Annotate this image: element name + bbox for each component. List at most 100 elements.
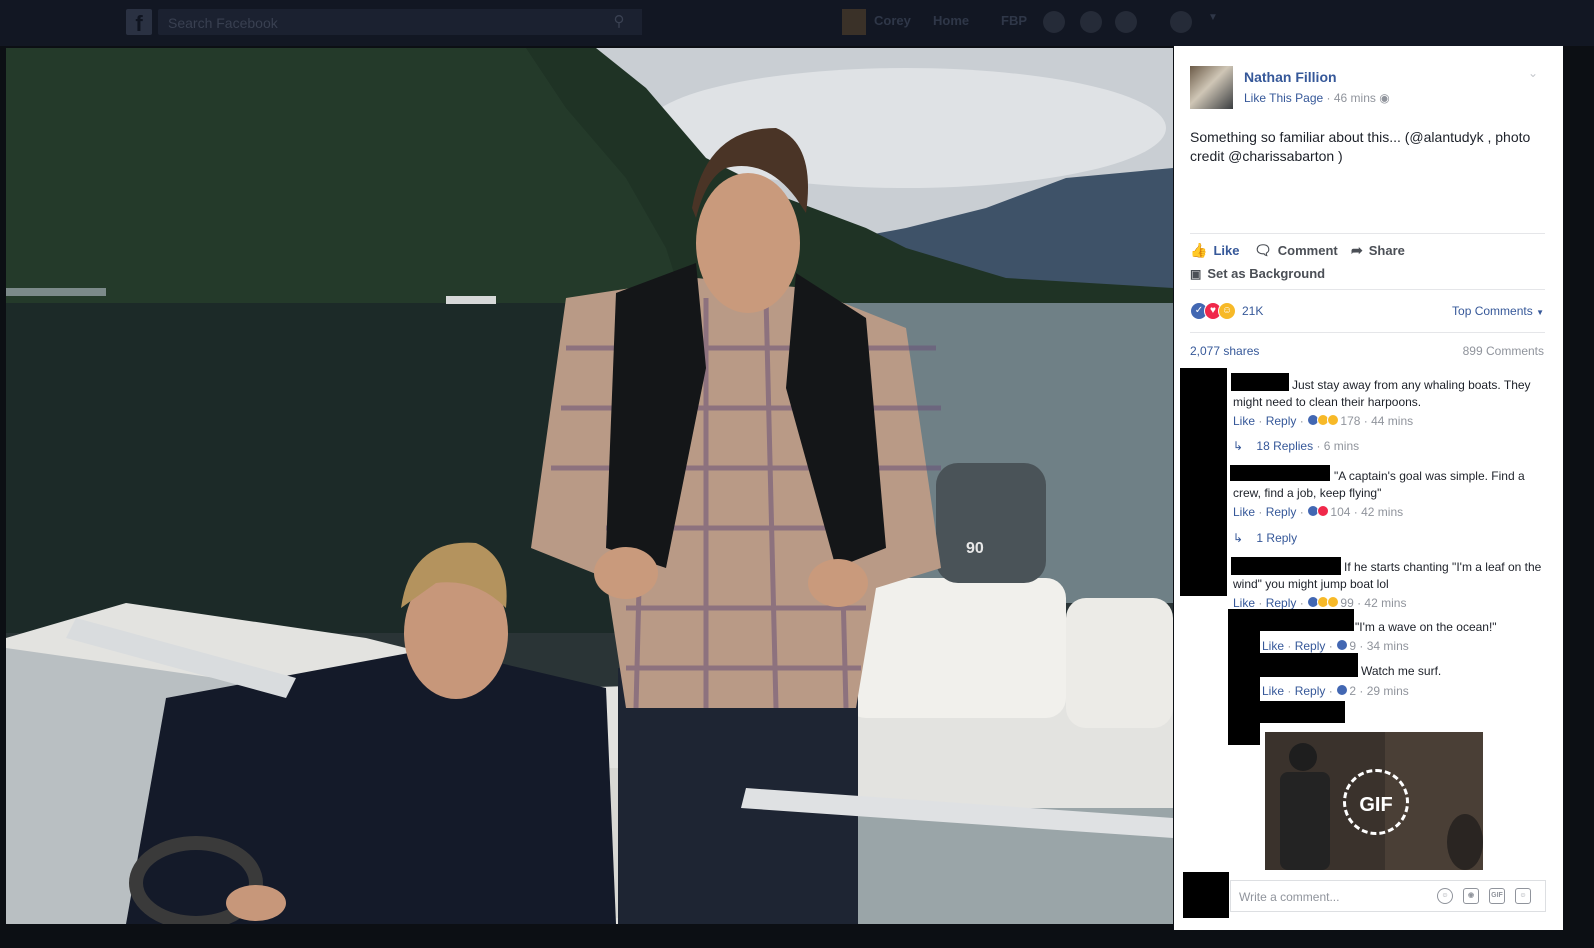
svg-text:90: 90 xyxy=(966,540,984,557)
emoji-icon[interactable]: ☺ xyxy=(1437,888,1453,904)
page-margin xyxy=(1563,46,1594,930)
comment-reactions[interactable]: 104 xyxy=(1307,505,1350,519)
nav-home-link[interactable]: Home xyxy=(933,13,969,28)
reply-reaction-count: 2 xyxy=(1349,684,1357,698)
divider xyxy=(1190,289,1545,290)
post-options-chevron-icon[interactable]: ⌄ xyxy=(1528,66,1538,80)
reply-arrow-icon: ↳ xyxy=(1233,439,1244,453)
divider xyxy=(1190,332,1545,333)
page-name-link[interactable]: Nathan Fillion xyxy=(1244,69,1337,85)
top-comments-label: Top Comments xyxy=(1452,304,1533,318)
top-bar: f ⚲ Corey Home FBP ▼ xyxy=(0,0,1594,46)
meta-separator: · xyxy=(1326,91,1334,105)
reply-reply-link[interactable]: Reply xyxy=(1295,684,1326,698)
image-icon: ▣ xyxy=(1190,266,1202,281)
comment-reaction-count: 99 xyxy=(1340,596,1354,610)
facebook-logo-icon[interactable]: f xyxy=(126,9,152,36)
comments-count-link[interactable]: 899 Comments xyxy=(1463,344,1544,358)
share-button[interactable]: ➦ Share xyxy=(1351,242,1405,259)
chevron-down-icon[interactable]: ▼ xyxy=(1208,12,1218,23)
like-button[interactable]: 👍 Like xyxy=(1190,242,1239,259)
reply-like-link[interactable]: Like xyxy=(1262,684,1284,698)
replies-time: 6 mins xyxy=(1323,439,1360,453)
redacted-avatar xyxy=(1228,609,1260,745)
comment-label: Comment xyxy=(1277,243,1338,258)
sticker-icon[interactable]: ☺ xyxy=(1515,888,1531,904)
reply-reaction-count: 9 xyxy=(1349,639,1357,653)
comment-reactions[interactable]: 99 xyxy=(1307,596,1354,610)
comment-icon: 🗨 xyxy=(1254,242,1272,258)
comment-like-link[interactable]: Like xyxy=(1233,596,1255,610)
comment-time[interactable]: 42 mins xyxy=(1361,505,1403,519)
reply-like-link[interactable]: Like xyxy=(1262,639,1284,653)
comment-like-link[interactable]: Like xyxy=(1233,505,1255,519)
shares-link[interactable]: 2,077 shares xyxy=(1190,344,1259,358)
comment-like-link[interactable]: Like xyxy=(1233,414,1255,428)
comment-composer: ☺ ◉ GIF ☺ xyxy=(1230,880,1546,913)
gif-icon[interactable]: GIF xyxy=(1489,888,1505,904)
page-avatar[interactable] xyxy=(1190,66,1233,109)
view-replies-link[interactable]: ↳ 1 Reply xyxy=(1233,531,1297,545)
commenter-avatar xyxy=(1183,872,1229,918)
comment-text: "A captain's goal was simple. Find a cre… xyxy=(1233,469,1525,500)
comment-reply-link[interactable]: Reply xyxy=(1266,414,1297,428)
share-label: Share xyxy=(1368,243,1405,258)
profile-avatar[interactable] xyxy=(842,9,866,35)
gif-preview[interactable]: GIF xyxy=(1265,732,1483,870)
set-background-label: Set as Background xyxy=(1207,266,1326,281)
top-comments-dropdown[interactable]: Top Comments ▼ xyxy=(1452,304,1544,318)
reaction-summary[interactable]: ✓ ♥ ☺ 21K xyxy=(1190,302,1263,320)
comment-time[interactable]: 44 mins xyxy=(1371,414,1413,428)
thumbs-up-icon: 👍 xyxy=(1190,242,1208,258)
divider xyxy=(1190,233,1545,234)
reply-reactions[interactable]: 9 xyxy=(1336,639,1356,653)
redacted-name xyxy=(1260,653,1358,677)
comment-time[interactable]: 42 mins xyxy=(1364,596,1406,610)
redacted-name xyxy=(1260,701,1345,723)
comment-meta: Like · Reply · 178 · 44 mins xyxy=(1233,414,1414,428)
reply-time[interactable]: 29 mins xyxy=(1367,684,1409,698)
comment-meta: Like · Reply · 99 · 42 mins xyxy=(1233,596,1407,610)
reply-time[interactable]: 34 mins xyxy=(1367,639,1409,653)
replies-label: 18 Replies xyxy=(1256,439,1314,453)
nav-profile-link[interactable]: Corey xyxy=(874,13,911,28)
reply-arrow-icon: ↳ xyxy=(1233,531,1244,545)
view-replies-link[interactable]: ↳ 18 Replies · 6 mins xyxy=(1233,439,1359,453)
post-time[interactable]: 46 mins xyxy=(1334,91,1376,105)
post-meta: Like This Page · 46 mins ◉ xyxy=(1244,91,1390,105)
comment-reaction-count: 178 xyxy=(1340,414,1361,428)
search-input[interactable] xyxy=(166,9,600,37)
photo-illustration: 90 xyxy=(6,48,1173,924)
nav-fbp-link[interactable]: FBP xyxy=(1001,13,1027,28)
reply-meta: Like · Reply · 2 · 29 mins xyxy=(1262,684,1409,698)
share-arrow-icon: ➦ xyxy=(1351,242,1363,258)
reply-text: "I'm a wave on the ocean!" xyxy=(1355,620,1497,634)
reply-text: Watch me surf. xyxy=(1361,664,1442,678)
comment-reply-link[interactable]: Reply xyxy=(1266,505,1297,519)
post-photo[interactable]: 90 xyxy=(6,48,1173,924)
messages-icon[interactable] xyxy=(1080,11,1102,33)
reply-meta: Like · Reply · 9 · 34 mins xyxy=(1262,639,1409,653)
reply-reply-link[interactable]: Reply xyxy=(1295,639,1326,653)
search-box: ⚲ xyxy=(158,9,642,37)
comment-button[interactable]: 🗨 Comment xyxy=(1254,242,1338,259)
reply-reactions[interactable]: 2 xyxy=(1336,684,1356,698)
comment-reaction-count: 104 xyxy=(1330,505,1351,519)
globe-icon[interactable] xyxy=(1115,11,1137,33)
gif-play-button[interactable]: GIF xyxy=(1343,769,1409,835)
friends-icon[interactable] xyxy=(1043,11,1065,33)
post-side-panel: Nathan Fillion Like This Page · 46 mins … xyxy=(1174,46,1564,930)
haha-reaction-icon: ☺ xyxy=(1218,302,1236,320)
like-label: Like xyxy=(1213,243,1240,258)
search-icon[interactable]: ⚲ xyxy=(596,9,642,35)
camera-icon[interactable]: ◉ xyxy=(1463,888,1479,904)
comment-text: Just stay away from any whaling boats. T… xyxy=(1233,378,1531,409)
comment-meta: Like · Reply · 104 · 42 mins xyxy=(1233,505,1404,519)
help-icon[interactable] xyxy=(1170,11,1192,33)
set-background-button[interactable]: ▣ Set as Background xyxy=(1190,266,1325,281)
comment-reactions[interactable]: 178 xyxy=(1307,414,1360,428)
globe-icon: ◉ xyxy=(1379,91,1390,105)
like-page-link[interactable]: Like This Page xyxy=(1244,91,1323,105)
comment-input[interactable] xyxy=(1237,881,1431,913)
comment-reply-link[interactable]: Reply xyxy=(1266,596,1297,610)
